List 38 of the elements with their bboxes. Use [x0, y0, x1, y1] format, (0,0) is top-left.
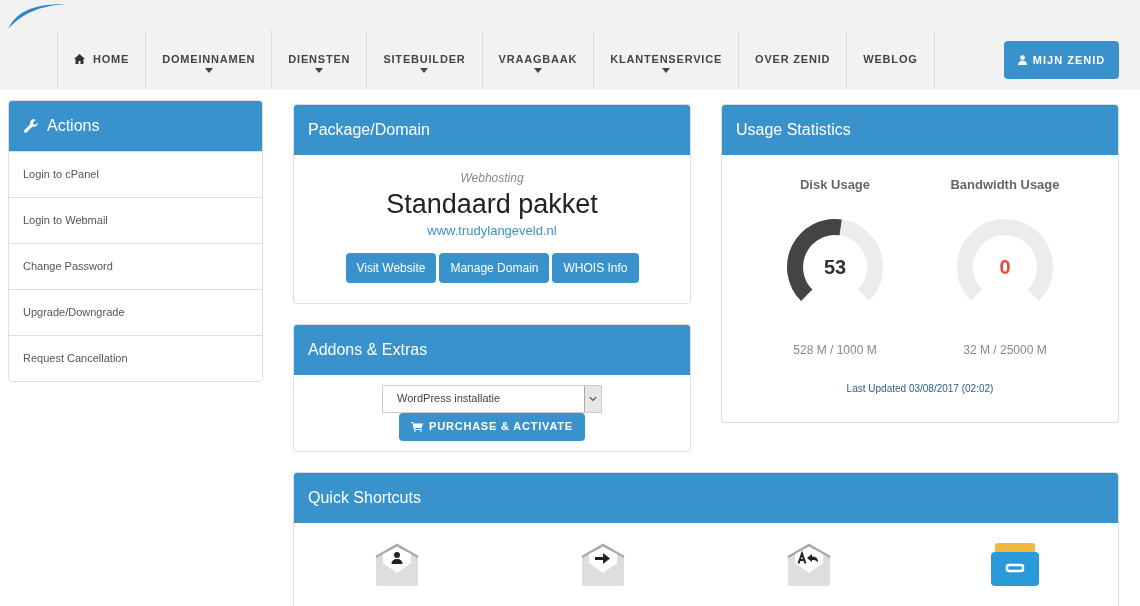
panel-title: Actions — [47, 116, 100, 136]
panel-title: Quick Shortcuts — [308, 487, 421, 508]
nav-item[interactable]: KLANTENSERVICE — [593, 30, 739, 88]
home-icon — [74, 54, 85, 64]
wrench-icon — [23, 118, 39, 134]
nav-item[interactable]: SITEBUILDER — [366, 30, 482, 88]
nav-item[interactable]: WEBLOG — [846, 30, 935, 88]
panel-title: Usage Statistics — [736, 120, 851, 140]
cart-icon — [411, 421, 423, 432]
nav-item[interactable]: OVER ZENID — [738, 30, 847, 88]
nav-item[interactable]: HOME — [57, 30, 146, 88]
nav-item[interactable]: VRAAGBAAK — [481, 30, 594, 88]
usage-reading: 528 M / 1000 M — [793, 341, 877, 359]
nav-item[interactable]: DOMEINNAMEN — [145, 30, 272, 88]
action-link[interactable]: Login to Webmail — [9, 197, 262, 243]
user-icon — [1017, 55, 1027, 65]
panel-title: Package/Domain — [308, 120, 430, 140]
gauge-value: 0 — [999, 255, 1011, 278]
addon-select[interactable]: WordPress installatie — [382, 384, 602, 413]
envelope-icon[interactable] — [580, 542, 626, 586]
action-link[interactable]: Upgrade/Downgrade — [9, 289, 262, 335]
usage-reading: 32 M / 25000 M — [963, 341, 1047, 359]
last-updated-text: Last Updated 03/08/2017 (02:02) — [846, 381, 994, 396]
action-link[interactable]: Change Password — [9, 243, 262, 289]
envelope-icon[interactable] — [786, 542, 832, 586]
gauge-value: 53 — [823, 255, 847, 278]
panel-title: Addons & Extras — [308, 339, 428, 360]
gauge-label: Disk Usage — [799, 176, 871, 194]
package-name: Standaard pakket — [386, 188, 598, 221]
gauge-label: Bandwidth Usage — [950, 176, 1060, 194]
envelope-icon[interactable] — [374, 542, 420, 586]
package-type: Webhosting — [460, 170, 524, 187]
nav-item[interactable]: DIENSTEN — [271, 30, 367, 88]
chevron-down-icon — [584, 385, 601, 412]
action-link[interactable]: Request Cancellation — [9, 335, 262, 381]
drawer-icon[interactable] — [991, 542, 1039, 586]
action-link[interactable]: Login to cPanel — [9, 151, 262, 197]
domain-link[interactable]: www.trudylangeveld.nl — [427, 221, 557, 241]
